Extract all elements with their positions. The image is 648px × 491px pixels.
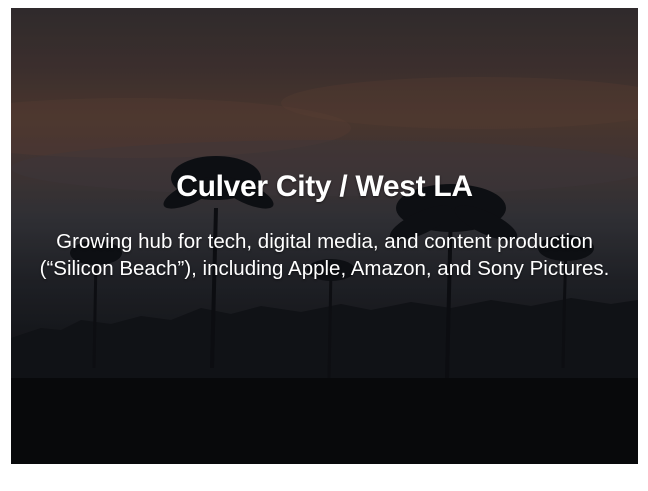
page: Culver City / West LA Growing hub for te… bbox=[0, 0, 648, 491]
card-title: Culver City / West LA bbox=[176, 170, 473, 203]
card-description: Growing hub for tech, digital media, and… bbox=[39, 230, 610, 280]
card-content: Culver City / West LA Growing hub for te… bbox=[31, 168, 618, 282]
location-card: Culver City / West LA Growing hub for te… bbox=[11, 8, 638, 464]
